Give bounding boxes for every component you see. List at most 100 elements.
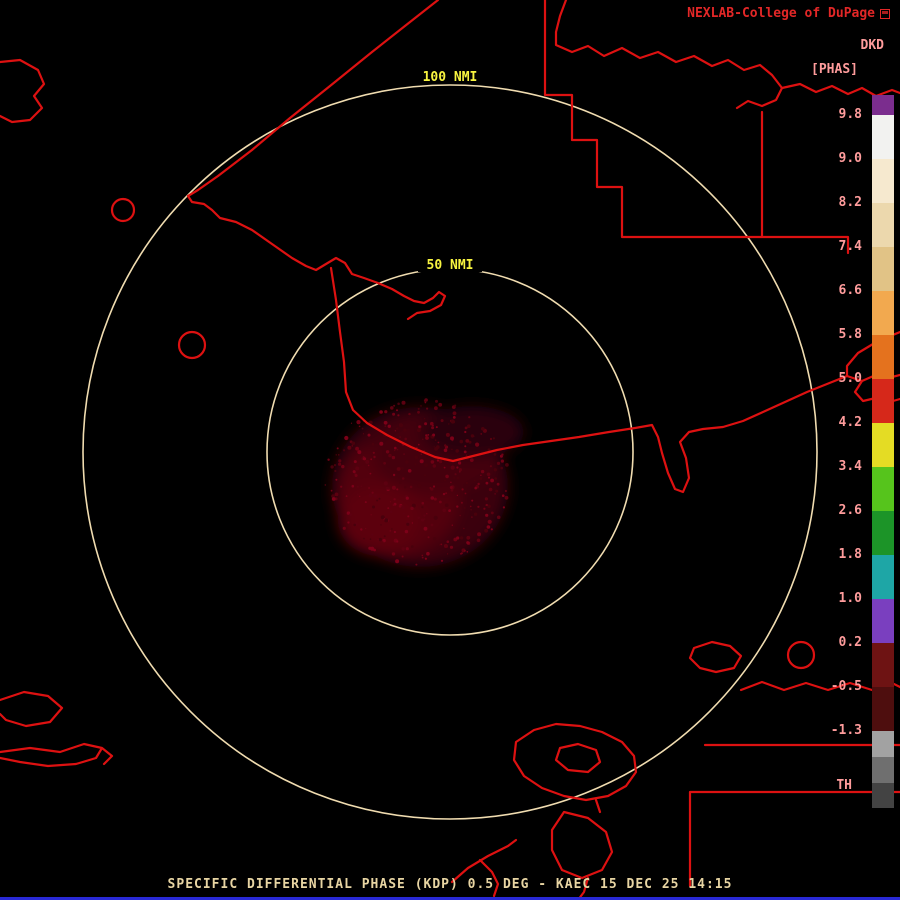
colorbar-tick-label: 5.0 [838, 371, 862, 386]
echo-dot [477, 532, 482, 537]
echo-dot [403, 512, 405, 515]
echo-dot [361, 427, 364, 430]
echo-dot [443, 544, 448, 548]
echo-dot [439, 500, 442, 504]
echo-dot [460, 552, 462, 555]
echo-dot [485, 481, 489, 485]
echo-dot [424, 422, 428, 426]
echo-dot [357, 450, 362, 455]
echo-dot [471, 516, 473, 518]
echo-dot [463, 450, 467, 454]
echo-dot [380, 524, 382, 526]
echo-dot [434, 439, 437, 442]
echo-dot [395, 559, 400, 564]
echo-dot [423, 514, 426, 517]
echo-dot [362, 457, 367, 461]
echo-dot [426, 551, 430, 556]
echo-dot [474, 479, 476, 482]
brand-header: NEXLAB-College of DuPage [687, 6, 890, 21]
echo-dot [449, 545, 454, 549]
lake-circle-w [177, 330, 207, 360]
echo-dot [486, 525, 491, 529]
echo-dot [368, 493, 373, 498]
echo-dot [370, 514, 372, 516]
echo-dot [351, 484, 355, 488]
echo-dot [396, 467, 401, 471]
lake-west-top [0, 58, 46, 124]
echo-dot [370, 458, 373, 461]
echo-dot [397, 414, 400, 417]
echo-dot [391, 528, 393, 530]
echo-dot [470, 434, 475, 438]
colorbar-segment [872, 757, 894, 783]
colorbar-segment [872, 291, 894, 335]
echo-dot [467, 424, 471, 429]
echo-dot [424, 401, 427, 404]
echo-dot [431, 426, 435, 430]
echo-dot [360, 485, 363, 488]
echo-dot [430, 487, 434, 491]
echo-dot [365, 527, 367, 530]
echo-dot [411, 545, 414, 548]
brand-mark-icon [880, 8, 890, 19]
echo-dot [410, 506, 414, 511]
echo-dot [427, 434, 430, 436]
echo-dot [421, 518, 425, 522]
echo-dot [369, 538, 372, 540]
echo-dot [417, 483, 422, 488]
lake-west-bottom [0, 690, 114, 768]
echo-dot [466, 541, 470, 545]
echo-dot [424, 418, 426, 420]
echo-dot [383, 481, 388, 486]
colorbar-segment [872, 687, 894, 731]
echo-dot [354, 474, 358, 477]
echo-dot [473, 512, 478, 516]
echo-dot [432, 433, 436, 437]
echo-dot [420, 453, 422, 455]
echo-dot [394, 449, 396, 452]
echo-dot [438, 544, 441, 546]
echo-dot [359, 495, 361, 497]
ring-label-50nmi: 50 NMI [427, 258, 474, 273]
echo-dot [450, 436, 454, 441]
echo-dot [363, 537, 365, 540]
echo-dot [453, 476, 456, 479]
echo-dot [477, 482, 480, 486]
echo-dot [451, 524, 453, 526]
echo-dot [461, 488, 464, 491]
echo-dot [391, 552, 396, 556]
boundary-steps [543, 0, 850, 255]
echo-dot [501, 453, 504, 456]
lake-shore-south [512, 722, 638, 802]
echo-dot [443, 479, 446, 482]
echo-dot [418, 425, 421, 428]
echo-dot [369, 472, 372, 475]
echo-dot [417, 410, 420, 414]
echo-dot [464, 492, 467, 495]
colorbar-tick-label: -1.3 [830, 723, 862, 738]
echo-dot [456, 466, 459, 469]
echo-dot [502, 506, 505, 509]
echo-dot [404, 529, 409, 534]
echo-dot [401, 467, 404, 470]
echo-dot [379, 441, 384, 446]
echo-dot [362, 433, 365, 435]
echo-dot [347, 445, 352, 450]
echo-dot [452, 416, 456, 419]
echo-dot [408, 412, 411, 416]
echo-dot [504, 489, 507, 493]
echo-dot [440, 559, 444, 562]
echo-dot [432, 485, 436, 488]
echo-dot [360, 528, 363, 531]
echo-dot [355, 446, 359, 451]
echo-dot [388, 453, 392, 458]
echo-dot [389, 530, 391, 532]
echo-dot [338, 454, 340, 456]
echo-dot [448, 509, 451, 512]
colorbar-tick-label: 7.4 [838, 239, 862, 254]
echo-dot [485, 503, 488, 507]
echo-dot [492, 437, 495, 440]
echo-dot [427, 536, 430, 539]
echo-dot [394, 430, 397, 432]
echo-dot [392, 473, 396, 477]
